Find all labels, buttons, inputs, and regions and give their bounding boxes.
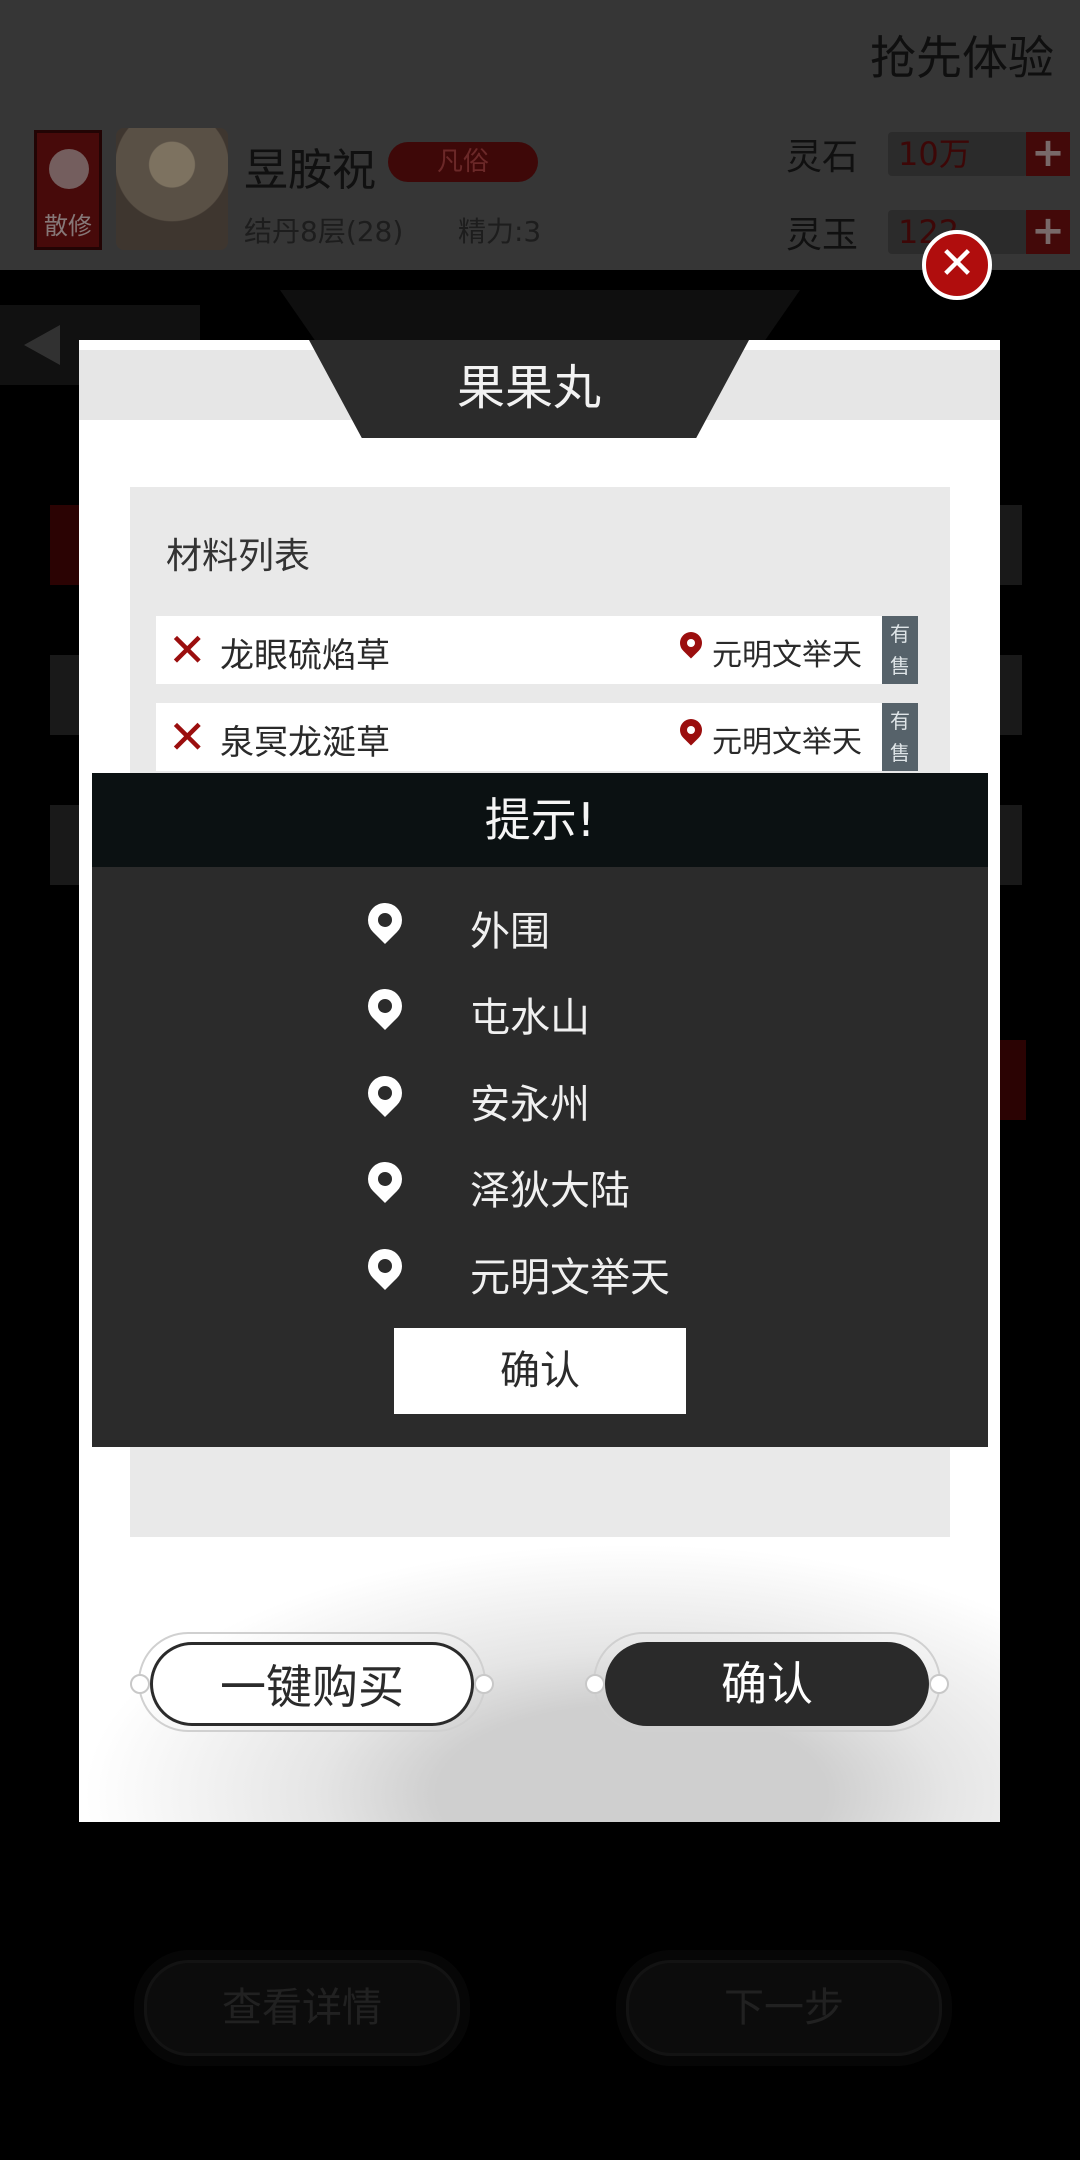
- location-pin-icon: [675, 714, 707, 746]
- location-pin-icon: [360, 895, 410, 945]
- location-option[interactable]: 元明文举天: [92, 1241, 988, 1311]
- buy-all-button[interactable]: 一键购买: [150, 1642, 474, 1726]
- location-option[interactable]: 泽狄大陆: [92, 1154, 988, 1224]
- buy-all-button-frame: 一键购买: [130, 1632, 494, 1732]
- location-option[interactable]: 外围: [92, 895, 988, 965]
- location-name: 元明文举天: [470, 1255, 670, 1301]
- for-sale-tag[interactable]: 有售: [882, 703, 918, 771]
- material-name: 泉冥龙涎草: [220, 723, 390, 763]
- for-sale-tag[interactable]: 有售: [882, 616, 918, 684]
- location-name: 安永州: [470, 1082, 590, 1128]
- confirm-button-frame: 确认: [585, 1632, 949, 1732]
- location-pin-icon: [360, 1154, 410, 1204]
- location-pin-icon: [675, 627, 707, 659]
- material-location[interactable]: 元明文举天: [712, 717, 862, 761]
- dialog-title: 果果丸: [456, 360, 601, 416]
- confirm-button[interactable]: 确认: [605, 1642, 929, 1726]
- location-pin-icon: [360, 1068, 410, 1118]
- tip-popup: 提示! 外围 屯水山 安永州 泽狄大陆 元明文举天 确认: [92, 773, 988, 1447]
- remove-material-icon: ✕: [168, 623, 207, 677]
- remove-material-icon: ✕: [168, 710, 207, 764]
- materials-heading: 材料列表: [166, 536, 311, 577]
- location-name: 外围: [470, 909, 550, 955]
- location-pin-icon: [360, 981, 410, 1031]
- tip-confirm-button[interactable]: 确认: [394, 1328, 686, 1414]
- location-pin-icon: [360, 1241, 410, 1291]
- location-name: 泽狄大陆: [470, 1168, 630, 1214]
- location-name: 屯水山: [470, 995, 590, 1041]
- location-option[interactable]: 屯水山: [92, 981, 988, 1051]
- close-icon[interactable]: ✕: [922, 230, 992, 300]
- material-name: 龙眼硫焰草: [220, 636, 390, 676]
- list-item[interactable]: ✕ 龙眼硫焰草 元明文举天 有售: [156, 616, 918, 684]
- material-location[interactable]: 元明文举天: [712, 630, 862, 674]
- list-item[interactable]: ✕ 泉冥龙涎草 元明文举天 有售: [156, 703, 918, 771]
- tip-title: 提示!: [92, 773, 988, 867]
- location-option[interactable]: 安永州: [92, 1068, 988, 1138]
